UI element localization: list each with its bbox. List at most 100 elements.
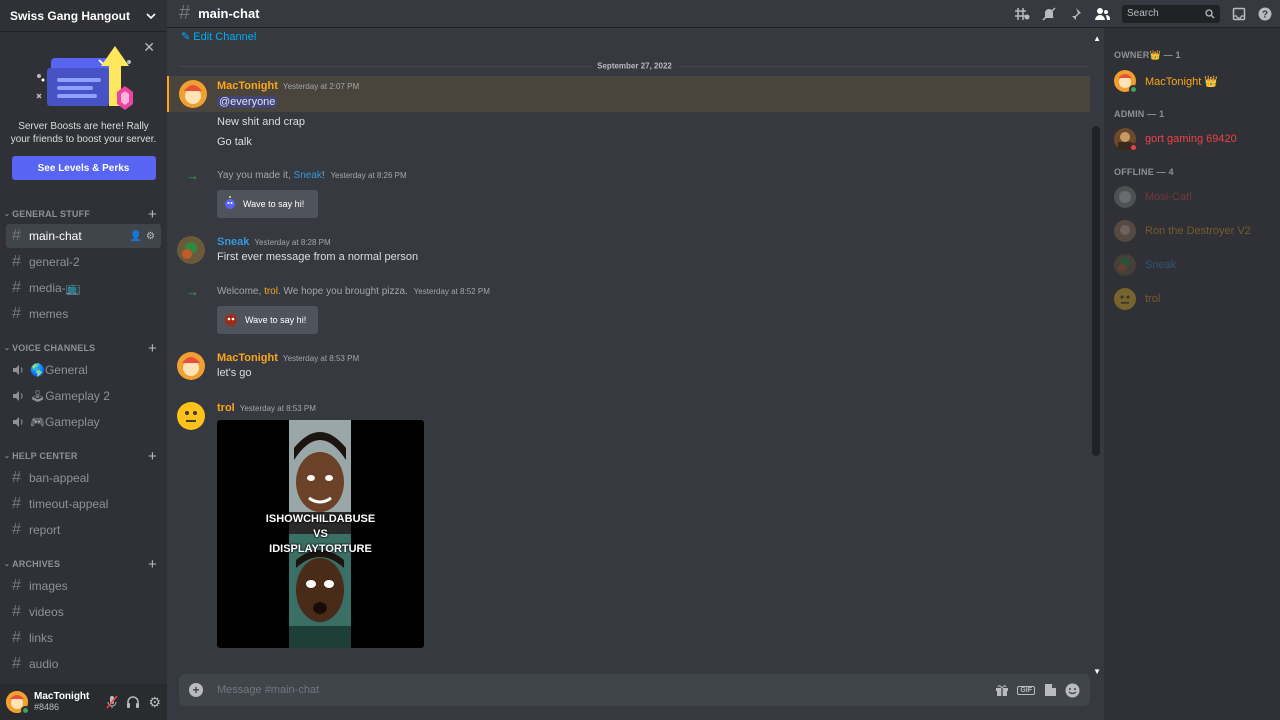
boost-text: Server Boosts are here! Rally your frien… [10, 121, 157, 145]
headphones-icon[interactable] [126, 695, 140, 709]
member-name: Sneak [1145, 259, 1177, 271]
mute-microphone-icon[interactable] [106, 695, 119, 709]
voice-channel-gameplay[interactable]: 🎮Gameplay [6, 410, 161, 434]
channel-timeout-appeal[interactable]: # timeout-appeal [6, 492, 161, 516]
message[interactable]: trol Yesterday at 8:53 PM ISHOWCHILDABUSE… [167, 400, 1090, 650]
username: MacTonight [34, 691, 90, 702]
hash-icon: # [12, 279, 21, 296]
channel-memes[interactable]: # memes [6, 302, 161, 326]
message-composer[interactable]: + Message #main-chat GIF [179, 674, 1090, 706]
mention[interactable]: @everyone [217, 96, 278, 108]
message-input[interactable]: Message #main-chat [217, 684, 319, 696]
channel-report[interactable]: # report [6, 518, 161, 542]
upload-plus-icon[interactable]: + [189, 683, 203, 697]
scroll-up-icon[interactable]: ▲ [1093, 34, 1101, 43]
avatar[interactable] [177, 402, 205, 430]
gif-icon[interactable]: GIF [1017, 685, 1035, 695]
avatar[interactable] [177, 236, 205, 264]
avatar [1114, 288, 1136, 310]
hash-icon: # [12, 227, 21, 244]
message-author[interactable]: MacTonight [217, 352, 278, 364]
hash-icon: # [12, 577, 21, 594]
timestamp: Yesterday at 8:26 PM [330, 171, 407, 180]
channel-main-chat[interactable]: # main-chat 👤 ⚙ [6, 224, 161, 248]
notification-muted-icon[interactable] [1042, 6, 1056, 21]
avatar[interactable] [6, 691, 30, 715]
wave-button[interactable]: Wave to say hi! [217, 190, 318, 218]
gear-icon[interactable]: ⚙ [146, 231, 155, 242]
message-text: First ever message from a normal person [217, 251, 419, 263]
avatar [1114, 186, 1136, 208]
hash-icon: # [12, 603, 21, 620]
system-message: → Yay you made it, Sneak! Yesterday at 8… [167, 168, 1090, 228]
hash-icon: # [12, 253, 21, 270]
member-item[interactable]: MacTonight 👑 [1114, 65, 1274, 97]
channel-images[interactable]: # images [6, 574, 161, 598]
user-panel: MacTonight #8486 ⚙ [0, 684, 167, 720]
channel-audio[interactable]: # audio [6, 652, 161, 676]
search-input[interactable]: Search [1122, 4, 1220, 23]
online-status-icon [1129, 85, 1138, 94]
pencil-icon: ✎ [181, 31, 194, 43]
close-icon[interactable]: ✕ [143, 39, 155, 56]
member-item[interactable]: Ron the Destroyer V2 [1114, 215, 1274, 247]
see-levels-perks-button[interactable]: See Levels & Perks [11, 156, 156, 180]
join-arrow-icon: → [186, 284, 199, 299]
boost-card: ✕ Server Boosts are here! Rally your fri… [0, 32, 167, 192]
pin-icon[interactable] [1068, 7, 1082, 21]
member-item[interactable]: Sneak [1114, 249, 1274, 281]
avatar[interactable] [179, 80, 207, 108]
edit-channel-link[interactable]: ✎ Edit Channel [181, 30, 256, 43]
timestamp: Yesterday at 2:07 PM [282, 82, 360, 91]
emoji-icon[interactable] [1065, 683, 1080, 698]
server-header[interactable]: Swiss Gang Hangout [0, 0, 167, 32]
message[interactable]: Sneak Yesterday at 8:28 PM First ever mes… [167, 234, 1090, 270]
message[interactable]: MacTonight Yesterday at 2:07 PM @everyone [167, 76, 1090, 112]
help-icon[interactable]: ? [1258, 7, 1272, 21]
member-link[interactable]: Sneak [294, 170, 322, 181]
message[interactable]: MacTonight Yesterday at 8:53 PM let's go [167, 350, 1090, 386]
category-voice-channels[interactable]: ⌄ VOICE CHANNELS + [0, 340, 167, 357]
voice-channel-gameplay-2[interactable]: 🕹Gameplay 2 [6, 384, 161, 408]
scrollbar[interactable]: ▲ ▼ [1092, 34, 1101, 720]
channel-sidebar: Swiss Gang Hangout ✕ Server Boosts are h… [0, 0, 167, 720]
member-group-header: OWNER👑 — 1 [1114, 50, 1181, 60]
gear-icon[interactable]: ⚙ [148, 694, 161, 711]
timestamp: Yesterday at 8:53 PM [282, 354, 360, 363]
category-help-center[interactable]: ⌄ HELP CENTER + [0, 448, 167, 465]
scroll-down-icon[interactable]: ▼ [1093, 667, 1101, 676]
image-attachment[interactable]: ISHOWCHILDABUSE VS IDISPLAYTORTURE [217, 420, 424, 648]
add-channel-icon[interactable]: + [148, 206, 157, 223]
wave-button[interactable]: Wave to say hi! [217, 306, 318, 334]
inbox-icon[interactable] [1232, 7, 1246, 21]
category-general-stuff[interactable]: ⌄ GENERAL STUFF + [0, 206, 167, 223]
invite-icon[interactable]: 👤 [130, 231, 142, 242]
member-link[interactable]: trol [264, 286, 278, 297]
add-channel-icon[interactable]: + [148, 448, 157, 465]
wumpus-wave-icon [225, 196, 235, 209]
member-item[interactable]: gort gaming 69420 [1114, 123, 1274, 155]
channel-videos[interactable]: # videos [6, 600, 161, 624]
voice-channel-general[interactable]: 🌎General [6, 358, 161, 382]
add-channel-icon[interactable]: + [148, 556, 157, 573]
member-list-icon[interactable] [1094, 7, 1110, 21]
channel-general-2[interactable]: # general-2 [6, 250, 161, 274]
channel-links[interactable]: # links [6, 626, 161, 650]
member-item[interactable]: Mosi-Cat! [1114, 181, 1274, 213]
message-author[interactable]: Sneak [217, 236, 249, 248]
threads-icon[interactable] [1014, 7, 1030, 21]
scroll-thumb[interactable] [1092, 126, 1100, 456]
category-archives[interactable]: ⌄ ARCHIVES + [0, 556, 167, 573]
gift-icon[interactable] [995, 683, 1009, 697]
add-channel-icon[interactable]: + [148, 340, 157, 357]
sticker-icon[interactable] [1043, 683, 1057, 697]
member-name: trol [1145, 293, 1161, 305]
member-item[interactable]: trol [1114, 283, 1274, 315]
channel-ban-appeal[interactable]: # ban-appeal [6, 466, 161, 490]
message-text: let's go [217, 367, 252, 379]
message-author[interactable]: MacTonight [217, 80, 278, 92]
avatar[interactable] [177, 352, 205, 380]
channel-media[interactable]: # media-📺 [6, 276, 161, 300]
message-author[interactable]: trol [217, 402, 235, 414]
channel-list: ⌄ GENERAL STUFF + # main-chat 👤 ⚙ # genera… [0, 192, 167, 684]
